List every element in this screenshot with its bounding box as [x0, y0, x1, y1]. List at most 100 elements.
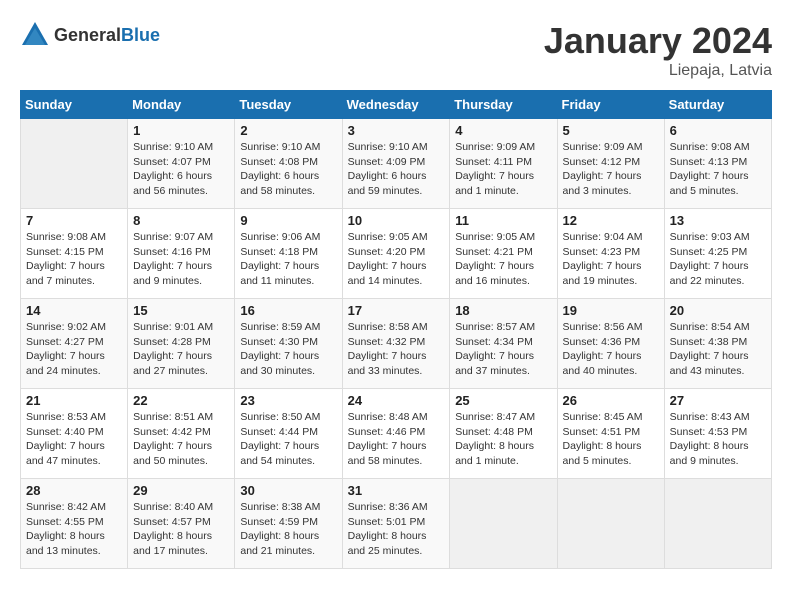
calendar-cell: 17Sunrise: 8:58 AMSunset: 4:32 PMDayligh… — [342, 299, 450, 389]
title-section: January 2024 Liepaja, Latvia — [544, 20, 772, 80]
calendar-cell: 24 Sunrise: 8:48 AMSunset: 4:46 PMDayligh… — [342, 389, 450, 479]
day-info: Sunrise: 8:57 AMSunset: 4:34 PMDaylight:… — [455, 320, 551, 379]
day-info: Sunrise: 9:08 AMSunset: 4:13 PMDaylight:… — [670, 140, 766, 199]
day-info: Sunrise: 9:07 AMSunset: 4:16 PMDaylight:… — [133, 230, 229, 289]
day-info: Sunrise: 8:36 AMSunset: 5:01 PMDaylight:… — [348, 500, 445, 559]
day-info: Sunrise: 9:10 AMSunset: 4:09 PMDaylight:… — [348, 140, 445, 199]
day-number: 3 — [348, 123, 445, 138]
weekday-header-tuesday: Tuesday — [235, 91, 342, 119]
day-number: 27 — [670, 393, 766, 408]
calendar-cell — [557, 479, 664, 569]
calendar-week-row: 21 Sunrise: 8:53 AMSunset: 4:40 PMDayligh… — [21, 389, 772, 479]
day-number: 7 — [26, 213, 122, 228]
day-number: 19 — [563, 303, 659, 318]
day-info: Sunrise: 8:38 AMSunset: 4:59 PMDaylight:… — [240, 500, 336, 559]
calendar-cell: 7 Sunrise: 9:08 AMSunset: 4:15 PMDaylight… — [21, 209, 128, 299]
calendar-cell: 19 Sunrise: 8:56 AMSunset: 4:36 PMDayligh… — [557, 299, 664, 389]
day-info: Sunrise: 9:09 AMSunset: 4:11 PMDaylight:… — [455, 140, 551, 199]
day-info: Sunrise: 9:03 AMSunset: 4:25 PMDaylight:… — [670, 230, 766, 289]
day-info: Sunrise: 8:48 AMSunset: 4:46 PMDaylight:… — [348, 410, 445, 469]
day-number: 26 — [563, 393, 659, 408]
calendar-cell: 31 Sunrise: 8:36 AMSunset: 5:01 PMDayligh… — [342, 479, 450, 569]
weekday-header-monday: Monday — [128, 91, 235, 119]
calendar-cell: 18 Sunrise: 8:57 AMSunset: 4:34 PMDayligh… — [450, 299, 557, 389]
day-number: 8 — [133, 213, 229, 228]
day-number: 4 — [455, 123, 551, 138]
calendar-cell: 29Sunrise: 8:40 AMSunset: 4:57 PMDayligh… — [128, 479, 235, 569]
day-info: Sunrise: 9:01 AMSunset: 4:28 PMDaylight:… — [133, 320, 229, 379]
calendar-cell — [21, 119, 128, 209]
calendar-week-row: 28 Sunrise: 8:42 AMSunset: 4:55 PMDayligh… — [21, 479, 772, 569]
day-number: 11 — [455, 213, 551, 228]
calendar-cell: 25Sunrise: 8:47 AMSunset: 4:48 PMDayligh… — [450, 389, 557, 479]
day-info: Sunrise: 9:06 AMSunset: 4:18 PMDaylight:… — [240, 230, 336, 289]
day-number: 1 — [133, 123, 229, 138]
day-info: Sunrise: 8:56 AMSunset: 4:36 PMDaylight:… — [563, 320, 659, 379]
day-number: 30 — [240, 483, 336, 498]
day-number: 9 — [240, 213, 336, 228]
logo: GeneralBlue — [20, 20, 160, 50]
calendar-cell: 22 Sunrise: 8:51 AMSunset: 4:42 PMDayligh… — [128, 389, 235, 479]
calendar-cell: 20 Sunrise: 8:54 AMSunset: 4:38 PMDayligh… — [664, 299, 771, 389]
day-number: 5 — [563, 123, 659, 138]
day-info: Sunrise: 9:02 AMSunset: 4:27 PMDaylight:… — [26, 320, 122, 379]
day-number: 22 — [133, 393, 229, 408]
calendar-cell: 6 Sunrise: 9:08 AMSunset: 4:13 PMDaylight… — [664, 119, 771, 209]
day-number: 20 — [670, 303, 766, 318]
calendar-cell — [664, 479, 771, 569]
calendar-cell: 21 Sunrise: 8:53 AMSunset: 4:40 PMDayligh… — [21, 389, 128, 479]
day-number: 15 — [133, 303, 229, 318]
day-info: Sunrise: 8:45 AMSunset: 4:51 PMDaylight:… — [563, 410, 659, 469]
day-number: 6 — [670, 123, 766, 138]
day-number: 24 — [348, 393, 445, 408]
day-number: 23 — [240, 393, 336, 408]
day-number: 17 — [348, 303, 445, 318]
day-info: Sunrise: 8:54 AMSunset: 4:38 PMDaylight:… — [670, 320, 766, 379]
calendar-week-row: 7 Sunrise: 9:08 AMSunset: 4:15 PMDaylight… — [21, 209, 772, 299]
day-number: 31 — [348, 483, 445, 498]
logo-general-text: General — [54, 25, 121, 45]
calendar-cell: 8 Sunrise: 9:07 AMSunset: 4:16 PMDaylight… — [128, 209, 235, 299]
calendar-cell: 14 Sunrise: 9:02 AMSunset: 4:27 PMDayligh… — [21, 299, 128, 389]
calendar-cell: 23Sunrise: 8:50 AMSunset: 4:44 PMDayligh… — [235, 389, 342, 479]
calendar-week-row: 14 Sunrise: 9:02 AMSunset: 4:27 PMDayligh… — [21, 299, 772, 389]
calendar-cell: 1 Sunrise: 9:10 AMSunset: 4:07 PMDaylight… — [128, 119, 235, 209]
calendar-cell: 15 Sunrise: 9:01 AMSunset: 4:28 PMDayligh… — [128, 299, 235, 389]
calendar-cell: 3 Sunrise: 9:10 AMSunset: 4:09 PMDaylight… — [342, 119, 450, 209]
calendar-cell: 11 Sunrise: 9:05 AMSunset: 4:21 PMDayligh… — [450, 209, 557, 299]
calendar-cell: 10 Sunrise: 9:05 AMSunset: 4:20 PMDayligh… — [342, 209, 450, 299]
day-info: Sunrise: 9:08 AMSunset: 4:15 PMDaylight:… — [26, 230, 122, 289]
day-info: Sunrise: 9:05 AMSunset: 4:20 PMDaylight:… — [348, 230, 445, 289]
day-info: Sunrise: 8:42 AMSunset: 4:55 PMDaylight:… — [26, 500, 122, 559]
weekday-header-friday: Friday — [557, 91, 664, 119]
calendar-cell — [450, 479, 557, 569]
day-info: Sunrise: 9:10 AMSunset: 4:08 PMDaylight:… — [240, 140, 336, 199]
calendar-cell: 9 Sunrise: 9:06 AMSunset: 4:18 PMDaylight… — [235, 209, 342, 299]
day-number: 18 — [455, 303, 551, 318]
day-number: 10 — [348, 213, 445, 228]
weekday-header-thursday: Thursday — [450, 91, 557, 119]
location-text: Liepaja, Latvia — [544, 62, 772, 80]
day-info: Sunrise: 9:05 AMSunset: 4:21 PMDaylight:… — [455, 230, 551, 289]
calendar-cell: 28 Sunrise: 8:42 AMSunset: 4:55 PMDayligh… — [21, 479, 128, 569]
day-number: 28 — [26, 483, 122, 498]
day-info: Sunrise: 9:10 AMSunset: 4:07 PMDaylight:… — [133, 140, 229, 199]
calendar-table: SundayMondayTuesdayWednesdayThursdayFrid… — [20, 90, 772, 569]
day-number: 2 — [240, 123, 336, 138]
day-info: Sunrise: 8:53 AMSunset: 4:40 PMDaylight:… — [26, 410, 122, 469]
calendar-cell: 13 Sunrise: 9:03 AMSunset: 4:25 PMDayligh… — [664, 209, 771, 299]
day-number: 13 — [670, 213, 766, 228]
calendar-cell: 5 Sunrise: 9:09 AMSunset: 4:12 PMDaylight… — [557, 119, 664, 209]
weekday-header-sunday: Sunday — [21, 91, 128, 119]
day-info: Sunrise: 9:04 AMSunset: 4:23 PMDaylight:… — [563, 230, 659, 289]
day-info: Sunrise: 9:09 AMSunset: 4:12 PMDaylight:… — [563, 140, 659, 199]
month-title: January 2024 — [544, 20, 772, 62]
day-info: Sunrise: 8:51 AMSunset: 4:42 PMDaylight:… — [133, 410, 229, 469]
day-number: 21 — [26, 393, 122, 408]
day-info: Sunrise: 8:59 AMSunset: 4:30 PMDaylight:… — [240, 320, 336, 379]
calendar-cell: 4 Sunrise: 9:09 AMSunset: 4:11 PMDaylight… — [450, 119, 557, 209]
day-number: 14 — [26, 303, 122, 318]
logo-icon — [20, 20, 50, 50]
calendar-header-row: SundayMondayTuesdayWednesdayThursdayFrid… — [21, 91, 772, 119]
weekday-header-wednesday: Wednesday — [342, 91, 450, 119]
